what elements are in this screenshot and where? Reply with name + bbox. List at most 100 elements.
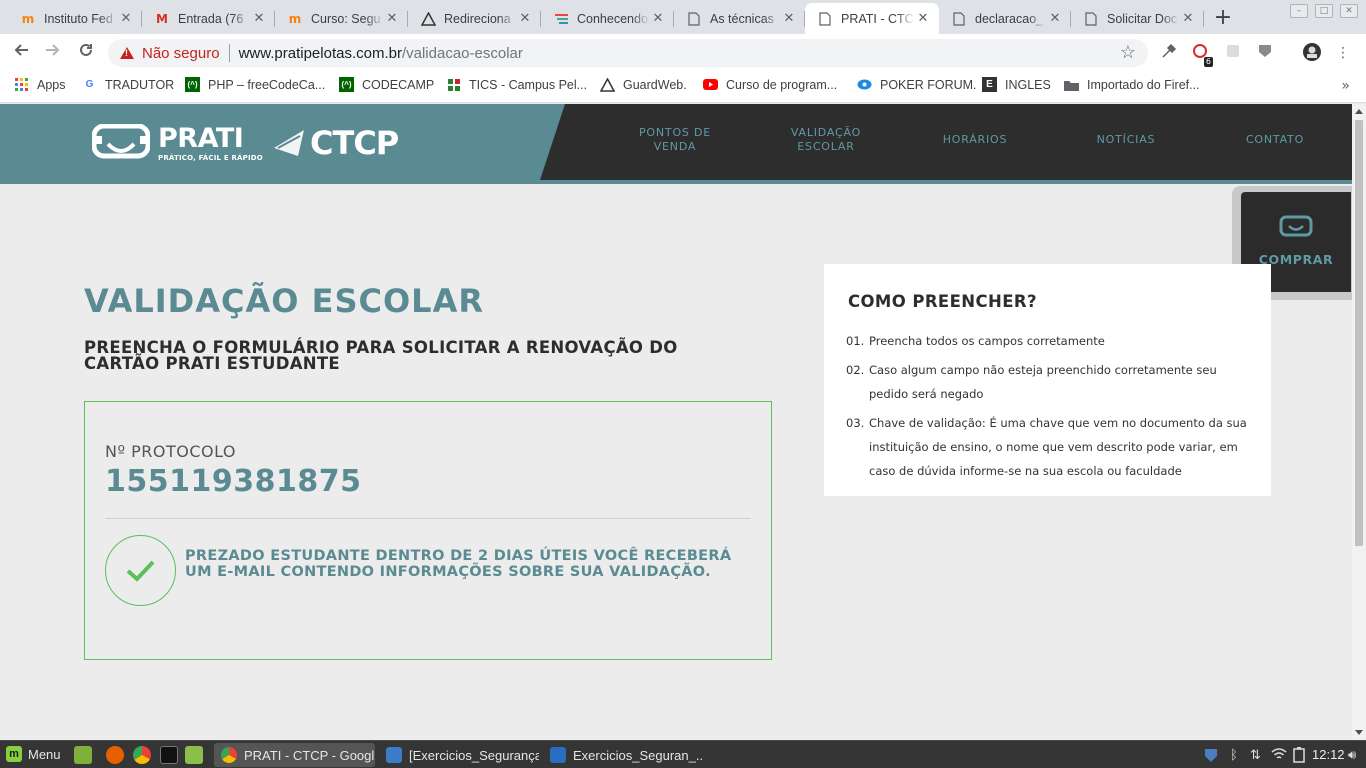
nav-validacao-escolar[interactable]: VALIDAÇÃO ESCOLAR — [771, 126, 881, 154]
tab-title: Curso: Segu — [311, 11, 381, 26]
bookmark-label: Curso de program... — [726, 77, 838, 92]
success-check-icon — [105, 535, 176, 606]
bookmark-poker-forum[interactable]: POKER FORUM. — [857, 77, 977, 92]
task-exercicios-doc[interactable]: [Exercicios_Segurança... — [379, 743, 539, 767]
eyedropper-icon[interactable] — [1159, 43, 1179, 63]
page-scrollbar[interactable] — [1352, 104, 1366, 740]
more-menu-icon[interactable]: ⋮ — [1333, 43, 1353, 63]
new-tab-button[interactable]: + — [1211, 5, 1235, 30]
tab-conhecendo[interactable]: Conhecendo ✕ — [541, 3, 674, 34]
not-secure-label[interactable]: Não seguro — [142, 45, 220, 62]
divider — [105, 518, 751, 519]
profile-avatar-icon[interactable] — [1302, 43, 1322, 63]
tab-title: PRATI - CTCP — [841, 11, 915, 26]
scroll-up-arrow-icon[interactable] — [1355, 109, 1363, 114]
shield-extension-icon[interactable] — [1255, 43, 1275, 63]
back-button[interactable] — [10, 42, 32, 64]
chrome-icon[interactable] — [133, 746, 151, 764]
triangle-logo-icon — [600, 77, 615, 92]
bookmark-guardweb[interactable]: GuardWeb. — [600, 77, 687, 92]
show-desktop-icon[interactable] — [74, 746, 92, 764]
bookmark-apps[interactable]: Apps — [14, 77, 66, 92]
bookmark-label: TICS - Campus Pel... — [469, 77, 588, 92]
close-icon[interactable]: ✕ — [1180, 11, 1196, 26]
tab-prati-active[interactable]: PRATI - CTCP ✕ — [805, 3, 939, 34]
tab-redireciona[interactable]: Redireciona ✕ — [408, 3, 541, 34]
menu-label: Menu — [28, 746, 61, 762]
success-message: PREZADO ESTUDANTE DENTRO DE 2 DIAS ÚTEIS… — [185, 548, 732, 580]
task-chrome-prati[interactable]: PRATI - CTCP - Googl... — [214, 743, 375, 767]
ctcp-wing-icon — [274, 130, 304, 156]
close-icon[interactable]: ✕ — [118, 11, 134, 26]
tab-title: Entrada (76 — [178, 11, 244, 26]
close-icon[interactable]: ✕ — [384, 11, 400, 26]
apps-grid-icon — [14, 77, 29, 92]
close-icon[interactable]: ✕ — [650, 11, 666, 26]
bookmark-curso-programacao[interactable]: Curso de program... — [703, 77, 837, 92]
ifsul-icon — [446, 77, 461, 92]
prati-logo[interactable]: PRATI PRÁTICO, FÁCIL E RÁPIDO — [91, 122, 263, 162]
tab-curso[interactable]: m Curso: Segu ✕ — [275, 3, 408, 34]
ctcp-logo[interactable]: CTCP — [272, 124, 399, 162]
reload-button[interactable] — [75, 42, 97, 64]
minimize-button[interactable]: – — [1290, 4, 1308, 18]
close-icon[interactable]: ✕ — [251, 11, 267, 26]
files-folder-icon[interactable] — [185, 746, 203, 764]
bluetooth-icon[interactable]: ᛒ — [1230, 747, 1238, 762]
poker-icon — [857, 77, 872, 92]
forward-button[interactable] — [42, 42, 64, 64]
extension-gray-icon[interactable] — [1223, 43, 1243, 63]
nav-horarios[interactable]: HORÁRIOS — [920, 133, 1030, 147]
shield-tray-icon[interactable] — [1204, 747, 1218, 766]
wifi-icon[interactable] — [1271, 747, 1287, 764]
clock[interactable]: 12:12 — [1312, 747, 1345, 762]
close-icon[interactable]: ✕ — [1047, 11, 1063, 26]
sync-icon[interactable]: ⇅ — [1250, 747, 1261, 763]
close-icon[interactable]: ✕ — [781, 11, 797, 26]
terminal-icon[interactable] — [160, 746, 178, 764]
scroll-thumb[interactable] — [1355, 120, 1363, 546]
close-icon[interactable]: ✕ — [915, 11, 931, 26]
logo-tagline: PRÁTICO, FÁCIL E RÁPIDO — [158, 153, 263, 162]
firefox-icon[interactable] — [106, 746, 124, 764]
tab-solicitar[interactable]: Solicitar Doc ✕ — [1071, 3, 1204, 34]
site-header: PRATI PRÁTICO, FÁCIL E RÁPIDO CTCP PONTO… — [0, 104, 1352, 184]
item-text: Caso algum campo não esteja preenchido c… — [869, 363, 1217, 401]
bookmark-label: PHP – freeCodeCa... — [208, 77, 326, 92]
bookmark-star-icon[interactable]: ☆ — [1120, 42, 1136, 63]
close-icon[interactable]: ✕ — [517, 11, 533, 26]
battery-icon[interactable] — [1292, 747, 1306, 766]
list-item: 01. Preencha todos os campos corretament… — [846, 329, 1256, 353]
lastpass-extension-icon[interactable]: 6 — [1190, 43, 1213, 67]
bookmark-tradutor[interactable]: G TRADUTOR — [82, 77, 175, 92]
maximize-button[interactable]: □ — [1315, 4, 1333, 18]
logo-ctcp-text: CTCP — [310, 124, 399, 162]
nav-noticias[interactable]: NOTÍCIAS — [1071, 133, 1181, 147]
logo-prati-text: PRATI — [158, 122, 244, 154]
nav-contato[interactable]: CONTATO — [1220, 133, 1330, 147]
nav-pontos-de-venda[interactable]: PONTOS DE VENDA — [620, 126, 730, 154]
bookmark-ingles[interactable]: E INGLES — [982, 77, 1051, 92]
tab-tecnicas[interactable]: As técnicas ✕ — [674, 3, 805, 34]
bookmark-codecamp[interactable]: (^) CODECAMP — [339, 77, 434, 92]
writer-icon — [550, 747, 566, 763]
url-path: /validacao-escolar — [401, 44, 523, 62]
bookmark-folder-firefox[interactable]: Importado do Firef... — [1064, 77, 1200, 92]
page-subtitle: PREENCHA O FORMULÁRIO PARA SOLICITAR A R… — [84, 338, 678, 373]
tab-declaracao[interactable]: declaracao_ ✕ — [939, 3, 1071, 34]
address-bar[interactable]: Não seguro www.pratipelotas.com.br/valid… — [108, 39, 1148, 67]
tab-gmail[interactable]: M Entrada (76 ✕ — [142, 3, 275, 34]
bookmark-tics[interactable]: TICS - Campus Pel... — [446, 77, 587, 92]
bookmark-php-freecodecamp[interactable]: (^) PHP – freeCodeCa... — [185, 77, 325, 92]
task-exercicios-writer[interactable]: Exercicios_Seguran_... — [543, 743, 703, 767]
scroll-down-arrow-icon[interactable] — [1355, 730, 1363, 735]
window-close-button[interactable]: ✕ — [1340, 4, 1358, 18]
tab-instituto[interactable]: m Instituto Fed ✕ — [8, 3, 142, 34]
document-icon — [386, 747, 402, 763]
bookmark-label: Apps — [37, 77, 66, 92]
list-item: 03. Chave de validação: É uma chave que … — [846, 411, 1256, 483]
start-menu-button[interactable]: m Menu — [6, 746, 61, 762]
volume-icon[interactable]: 🔊︎ — [1348, 747, 1356, 763]
stack-icon — [553, 11, 569, 27]
bookmarks-overflow-button[interactable]: » — [1341, 78, 1350, 94]
